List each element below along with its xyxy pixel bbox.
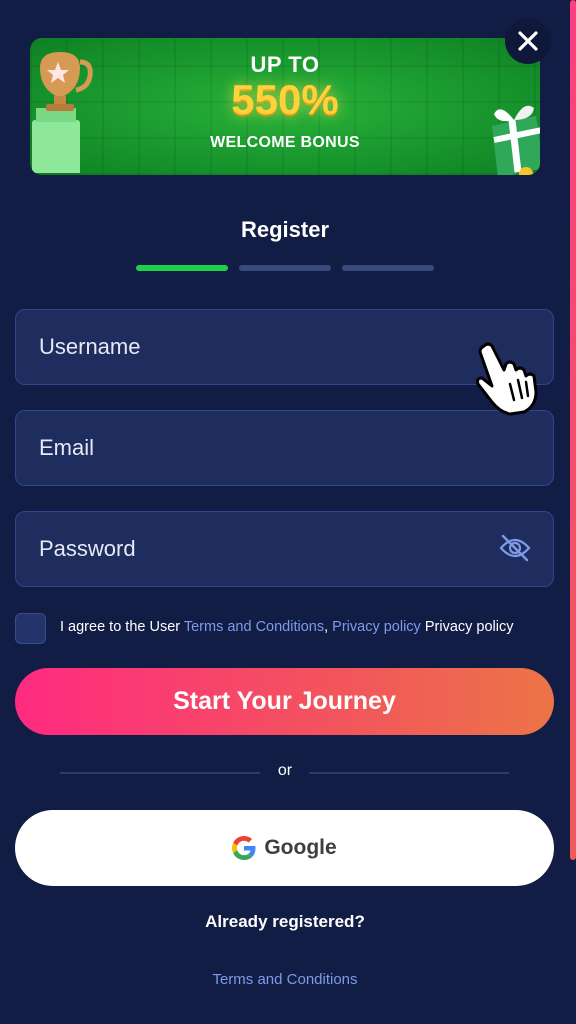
close-icon: [518, 31, 538, 51]
agreement-separator: ,: [324, 619, 333, 635]
hand-cursor-icon: [476, 342, 538, 416]
divider-right: [309, 772, 509, 774]
already-registered-link[interactable]: Already registered?: [0, 912, 570, 932]
email-placeholder: Email: [39, 435, 95, 460]
register-title: Register: [240, 217, 330, 242]
password-input[interactable]: Password: [15, 511, 554, 587]
google-icon: [232, 836, 256, 860]
terms-checkbox[interactable]: [15, 613, 46, 644]
password-placeholder: Password: [39, 536, 136, 561]
divider-or-label: or: [277, 762, 293, 779]
close-button[interactable]: [505, 18, 551, 64]
terms-link[interactable]: Terms and Conditions: [184, 619, 324, 635]
privacy-link[interactable]: Privacy policy: [332, 619, 421, 635]
banner-line-1: UP TO: [250, 52, 320, 77]
step-2-indicator: [239, 265, 331, 271]
step-1-indicator: [136, 265, 228, 271]
banner-amount: 550%: [231, 76, 339, 123]
step-3-indicator: [342, 265, 434, 271]
username-placeholder: Username: [39, 334, 141, 359]
google-signin-button[interactable]: Google: [15, 810, 554, 886]
agreement-prefix: I agree to the User: [60, 619, 184, 635]
banner-line-3: WELCOME BONUS: [210, 134, 360, 151]
step-progress: [136, 265, 434, 271]
scrollbar[interactable]: [570, 0, 576, 860]
agreement-suffix: Privacy policy: [420, 619, 514, 635]
gift-icon: [492, 105, 540, 175]
welcome-bonus-banner[interactable]: UP TO 550% WELCOME BONUS: [30, 38, 540, 175]
terms-agreement-text: I agree to the User Terms and Conditions…: [60, 619, 513, 635]
eye-off-icon[interactable]: [499, 534, 531, 562]
google-label: Google: [264, 836, 337, 859]
email-input[interactable]: Email: [15, 410, 554, 486]
footer-terms-link[interactable]: Terms and Conditions: [0, 971, 570, 988]
start-journey-button[interactable]: Start Your Journey: [15, 668, 554, 735]
